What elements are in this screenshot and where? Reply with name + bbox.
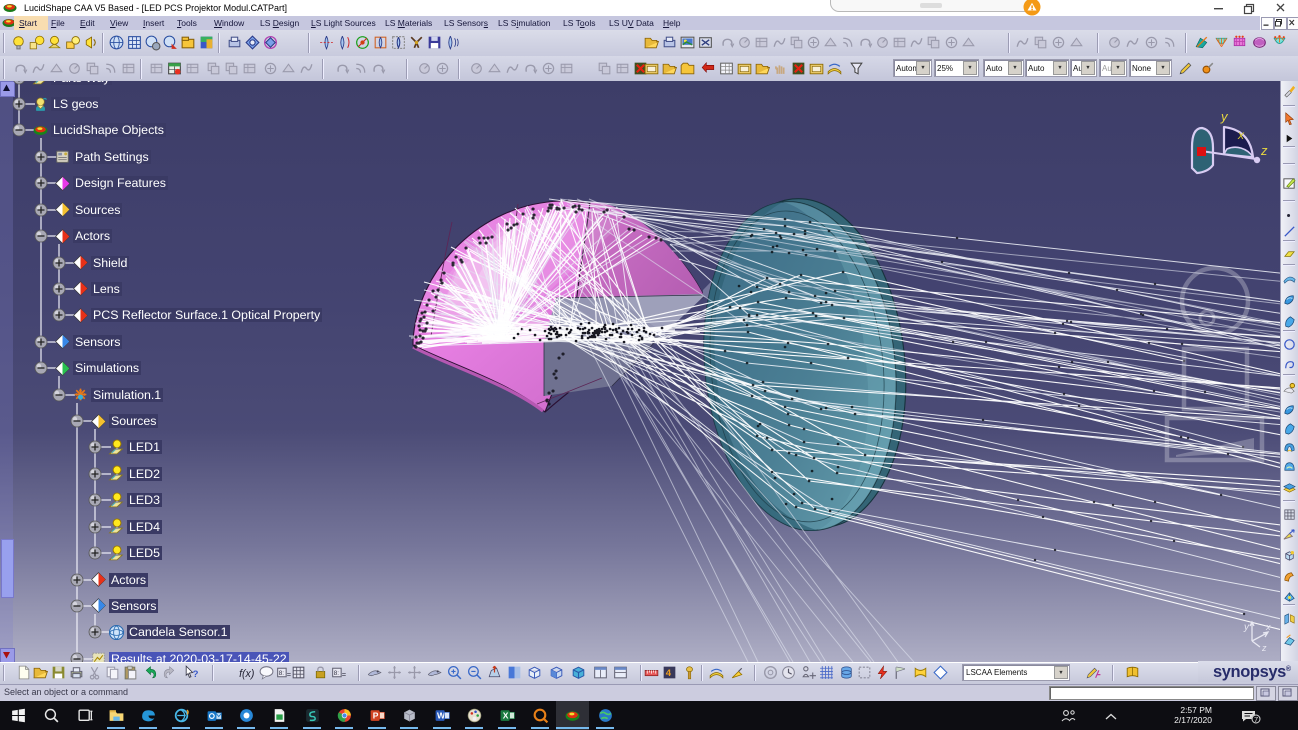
svg-text:P: P [373,711,379,721]
svg-text:4: 4 [666,668,672,679]
svg-text:f(x): f(x) [239,668,254,680]
svg-text:X: X [503,711,509,721]
svg-text:8:: 8: [334,670,340,677]
svg-text:7: 7 [1254,715,1258,724]
svg-text:=: = [342,670,346,679]
svg-text:?: ? [193,669,199,680]
svg-text:8:: 8: [279,670,285,677]
